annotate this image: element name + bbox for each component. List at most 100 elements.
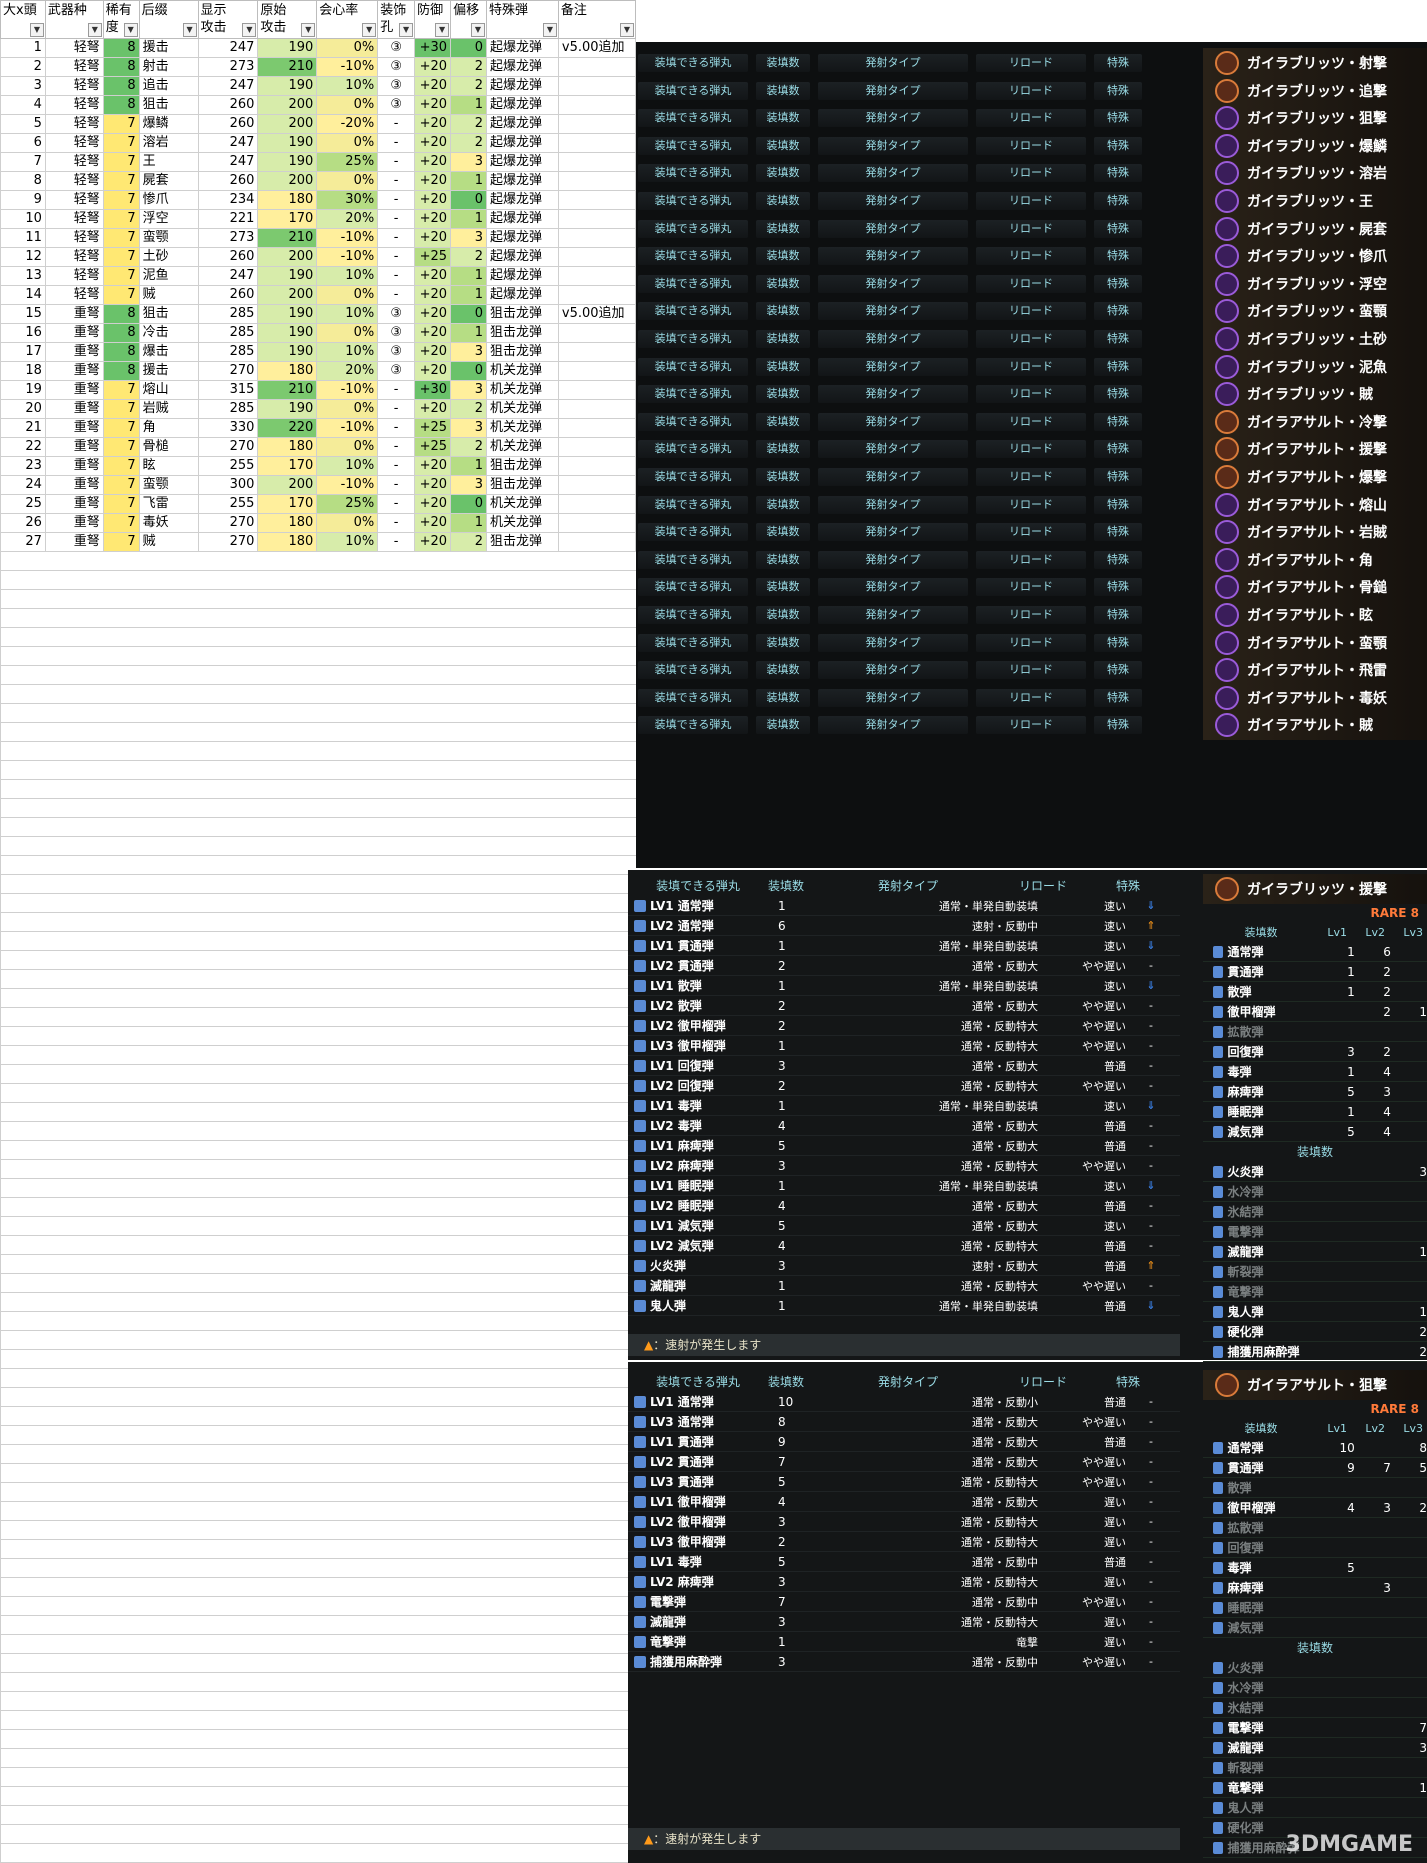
- table-cell[interactable]: 起爆龙弹: [485, 38, 559, 58]
- weapon-name-row[interactable]: ガイラアサルト・援撃: [1203, 434, 1427, 465]
- ammo-row[interactable]: LV2 通常弾 6 速射・反動中 速い ⇑: [628, 916, 1180, 936]
- table-cell[interactable]: 狙击龙弹: [485, 323, 559, 343]
- weapon-list-row[interactable]: 装填できる弾丸 装填数 発射タイプ リロード 特殊: [638, 628, 1200, 658]
- table-cell[interactable]: 7: [102, 133, 140, 153]
- table-cell[interactable]: 22: [0, 437, 46, 457]
- weapon-list-row[interactable]: 装填できる弾丸 装填数 発射タイプ リロード 特殊: [638, 434, 1200, 464]
- table-cell[interactable]: -: [377, 266, 416, 286]
- weapon-list-row[interactable]: 装填できる弾丸 装填数 発射タイプ リロード 特殊: [638, 48, 1200, 78]
- table-cell[interactable]: 10%: [316, 266, 379, 286]
- table-cell[interactable]: 270: [197, 513, 259, 533]
- ammo-row[interactable]: 竜撃弾 1 竜撃 遅い -: [628, 1632, 1180, 1652]
- column-header[interactable]: 备注 ▼: [557, 0, 637, 39]
- ammo-row[interactable]: LV3 貫通弾 5 通常・反動特大 やや遅い -: [628, 1472, 1180, 1492]
- table-cell[interactable]: 0%: [316, 399, 379, 419]
- table-cell[interactable]: 机关龙弹: [485, 494, 559, 514]
- table-cell[interactable]: 285: [197, 399, 259, 419]
- table-cell[interactable]: 狙击: [138, 95, 199, 115]
- table-cell[interactable]: 180: [257, 437, 318, 457]
- weapon-name-row[interactable]: ガイラアサルト・毒妖: [1203, 682, 1427, 713]
- table-cell[interactable]: [557, 285, 637, 305]
- filter-dropdown-icon[interactable]: ▼: [123, 23, 138, 37]
- table-cell[interactable]: 2: [450, 399, 487, 419]
- weapon-name-row[interactable]: ガイラブリッツ・王: [1203, 186, 1427, 216]
- table-cell[interactable]: 狙击龙弹: [485, 532, 559, 552]
- table-cell[interactable]: 轻弩: [44, 247, 104, 267]
- table-cell[interactable]: [557, 247, 637, 267]
- table-cell[interactable]: 轻弩: [44, 228, 104, 248]
- ammo-row[interactable]: 火炎弾 3 速射・反動大 普通 ⇑: [628, 1256, 1180, 1276]
- table-cell[interactable]: 210: [257, 228, 318, 248]
- table-cell[interactable]: 眩: [138, 456, 199, 476]
- weapon-list-row[interactable]: 装填できる弾丸 装填数 発射タイプ リロード 特殊: [638, 655, 1200, 685]
- filter-dropdown-icon[interactable]: ▼: [29, 23, 44, 37]
- weapon-list-row[interactable]: 装填できる弾丸 装填数 発射タイプ リロード 特殊: [638, 186, 1200, 216]
- table-cell[interactable]: 25: [0, 494, 46, 514]
- ammo-row[interactable]: LV2 麻痺弾 3 通常・反動特大 やや遅い -: [628, 1156, 1180, 1176]
- filter-dropdown-icon[interactable]: ▼: [470, 23, 485, 37]
- table-cell[interactable]: -10%: [316, 228, 379, 248]
- table-cell[interactable]: 8: [102, 38, 140, 58]
- table-cell[interactable]: 190: [257, 76, 318, 96]
- table-cell[interactable]: 8: [102, 323, 140, 343]
- table-cell[interactable]: 0%: [316, 513, 379, 533]
- table-cell[interactable]: 重弩: [44, 342, 104, 362]
- table-cell[interactable]: 7: [102, 285, 140, 305]
- table-cell[interactable]: 王: [138, 152, 199, 172]
- table-cell[interactable]: 重弩: [44, 494, 104, 514]
- table-cell[interactable]: [557, 361, 637, 381]
- table-cell[interactable]: 247: [197, 76, 259, 96]
- table-cell[interactable]: 2: [0, 57, 46, 77]
- table-cell[interactable]: [557, 133, 637, 153]
- weapon-name-row[interactable]: ガイラアサルト・角: [1203, 544, 1427, 575]
- weapon-name-row[interactable]: ガイラブリッツ・蛮顎: [1203, 296, 1427, 327]
- weapon-name-row[interactable]: ガイラブリッツ・爆鱗: [1203, 130, 1427, 161]
- table-cell[interactable]: 255: [197, 456, 259, 476]
- table-cell[interactable]: 2: [450, 133, 487, 153]
- table-cell[interactable]: 援击: [138, 361, 199, 381]
- table-cell[interactable]: [557, 171, 637, 191]
- ammo-row[interactable]: LV2 貫通弾 2 通常・反動大 やや遅い -: [628, 956, 1180, 976]
- table-cell[interactable]: 机关龙弹: [485, 418, 559, 438]
- table-cell[interactable]: 泥鱼: [138, 266, 199, 286]
- column-header[interactable]: 武器种 ▼: [44, 0, 104, 39]
- table-cell[interactable]: 7: [102, 532, 140, 552]
- table-cell[interactable]: -: [377, 532, 416, 552]
- table-cell[interactable]: 17: [0, 342, 46, 362]
- table-cell[interactable]: 4: [0, 95, 46, 115]
- table-cell[interactable]: +20: [414, 266, 452, 286]
- weapon-name-row[interactable]: ガイラアサルト・飛雷: [1203, 655, 1427, 686]
- weapon-name-row[interactable]: ガイラアサルト・蛮顎: [1203, 627, 1427, 658]
- table-cell[interactable]: 247: [197, 152, 259, 172]
- weapon-list-row[interactable]: 装填できる弾丸 装填数 発射タイプ リロード 特殊: [638, 462, 1200, 492]
- column-header[interactable]: 大x頭 ▼: [0, 0, 46, 39]
- table-cell[interactable]: [557, 209, 637, 229]
- table-cell[interactable]: 狙击龙弹: [485, 475, 559, 495]
- weapon-name-row[interactable]: ガイラブリッツ・屍套: [1203, 213, 1427, 244]
- ammo-row[interactable]: LV1 睡眠弾 1 通常・単発自動装填 速い ⇓: [628, 1176, 1180, 1196]
- ammo-row[interactable]: LV2 麻痺弾 3 通常・反動特大 遅い -: [628, 1572, 1180, 1592]
- table-cell[interactable]: 285: [197, 342, 259, 362]
- table-cell[interactable]: 8: [102, 304, 140, 324]
- ammo-row[interactable]: LV1 通常弾 1 通常・単発自動装填 速い ⇓: [628, 896, 1180, 916]
- table-cell[interactable]: 0%: [316, 95, 379, 115]
- table-cell[interactable]: 7: [102, 456, 140, 476]
- table-cell[interactable]: 起爆龙弹: [485, 285, 559, 305]
- weapon-list-row[interactable]: 装填できる弾丸 装填数 発射タイプ リロード 特殊: [638, 600, 1200, 630]
- table-cell[interactable]: ③: [377, 95, 416, 115]
- weapon-list-row[interactable]: 装填できる弾丸 装填数 発射タイプ リロード 特殊: [638, 490, 1200, 520]
- table-cell[interactable]: 蛮颚: [138, 228, 199, 248]
- table-cell[interactable]: [557, 475, 637, 495]
- table-cell[interactable]: 260: [197, 171, 259, 191]
- table-cell[interactable]: 浮空: [138, 209, 199, 229]
- table-cell[interactable]: 180: [257, 513, 318, 533]
- table-cell[interactable]: 土砂: [138, 247, 199, 267]
- table-cell[interactable]: 狙击龙弹: [485, 456, 559, 476]
- table-cell[interactable]: 0: [450, 38, 487, 58]
- table-cell[interactable]: 7: [0, 152, 46, 172]
- table-cell[interactable]: 20%: [316, 209, 379, 229]
- table-cell[interactable]: 0%: [316, 437, 379, 457]
- table-cell[interactable]: 2: [450, 437, 487, 457]
- ammo-row[interactable]: 電撃弾 7 通常・反動中 やや遅い -: [628, 1592, 1180, 1612]
- table-cell[interactable]: 8: [102, 361, 140, 381]
